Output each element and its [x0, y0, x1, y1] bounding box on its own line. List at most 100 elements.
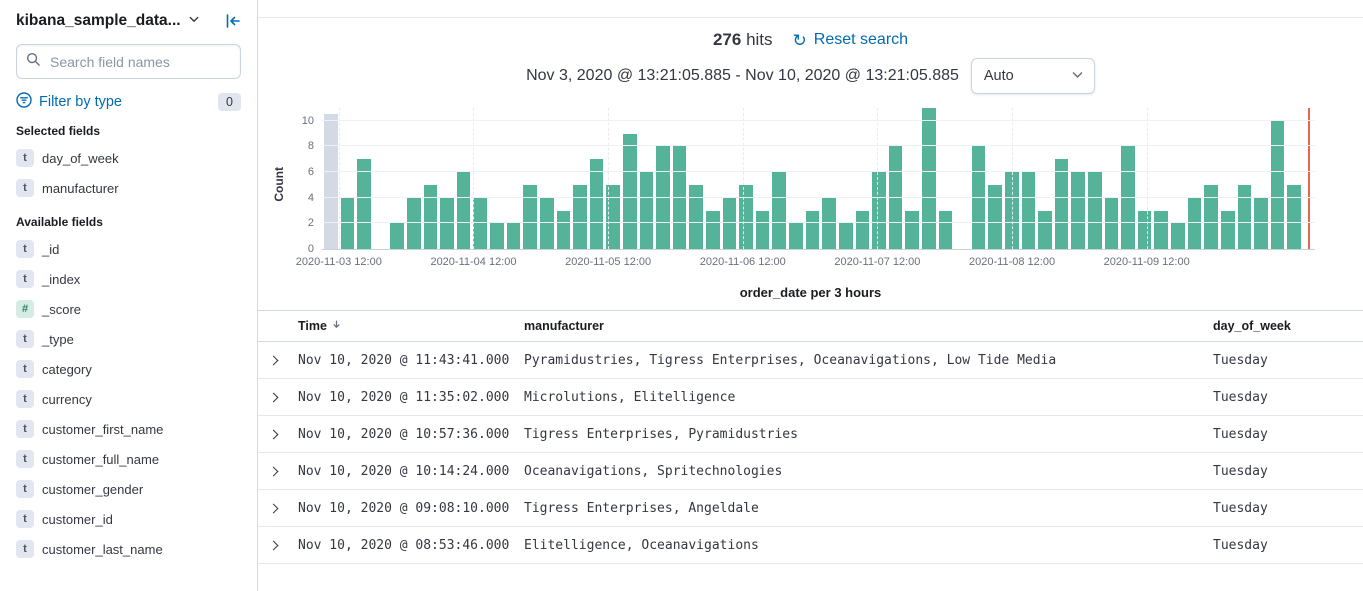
- interval-select[interactable]: Auto: [971, 58, 1095, 94]
- expand-row-button[interactable]: [266, 503, 281, 514]
- histogram-bar[interactable]: [1138, 211, 1152, 249]
- expand-row-button[interactable]: [266, 540, 281, 551]
- filter-icon: [16, 92, 32, 112]
- histogram-bar[interactable]: [856, 211, 870, 249]
- histogram-bar[interactable]: [457, 172, 471, 249]
- field-name: category: [42, 362, 92, 377]
- field-item-customer_first_name[interactable]: tcustomer_first_name: [16, 414, 241, 444]
- expand-row-button[interactable]: [266, 355, 281, 366]
- string-field-icon: t: [16, 480, 34, 498]
- histogram-bar[interactable]: [689, 185, 703, 249]
- x-tick-label: 2020-11-08 12:00: [969, 256, 1055, 268]
- bars: [322, 108, 1315, 249]
- histogram-bar[interactable]: [623, 134, 637, 249]
- histogram-bar[interactable]: [1088, 172, 1102, 249]
- histogram-bar[interactable]: [772, 172, 786, 249]
- histogram-bar[interactable]: [557, 211, 571, 249]
- histogram-bar[interactable]: [739, 185, 753, 249]
- histogram-bar[interactable]: [1154, 211, 1168, 249]
- field-item-category[interactable]: tcategory: [16, 354, 241, 384]
- collapse-sidebar-button[interactable]: [225, 13, 241, 29]
- histogram-bar[interactable]: [390, 223, 404, 249]
- histogram-bar[interactable]: [706, 211, 720, 249]
- histogram-bar[interactable]: [756, 211, 770, 249]
- histogram-bar[interactable]: [1238, 185, 1252, 249]
- histogram-bar[interactable]: [789, 223, 803, 249]
- expand-row-icon: [269, 541, 279, 551]
- field-item-day_of_week[interactable]: tday_of_week: [16, 143, 241, 173]
- filter-by-type-button[interactable]: Filter by type: [16, 92, 122, 112]
- interval-select-value: Auto: [984, 68, 1014, 84]
- histogram-bar[interactable]: [673, 146, 687, 249]
- selected-fields-list: tday_of_weektmanufacturer: [16, 143, 241, 203]
- x-tick-label: 2020-11-09 12:00: [1104, 256, 1190, 268]
- field-name: day_of_week: [42, 151, 119, 166]
- expand-row-icon: [269, 467, 279, 477]
- histogram-bar[interactable]: [988, 185, 1002, 249]
- x-tick-label: 2020-11-07 12:00: [834, 256, 920, 268]
- histogram-bar[interactable]: [1171, 223, 1185, 249]
- histogram-bar[interactable]: [1121, 146, 1135, 249]
- field-item-customer_last_name[interactable]: t customer_last_name: [16, 534, 241, 564]
- histogram-bar[interactable]: [424, 185, 438, 249]
- manufacturer-column-header[interactable]: manufacturer: [516, 311, 1205, 342]
- histogram-bar[interactable]: [640, 172, 654, 249]
- histogram-bar[interactable]: [573, 185, 587, 249]
- histogram-bar[interactable]: [889, 146, 903, 249]
- x-tick-label: 2020-11-04 12:00: [430, 256, 516, 268]
- histogram-bar[interactable]: [1071, 172, 1085, 249]
- histogram-bar[interactable]: [1221, 211, 1235, 249]
- histogram-bar[interactable]: [490, 223, 504, 249]
- search-field-names-input[interactable]: [48, 53, 231, 71]
- time-column-header[interactable]: Time: [290, 311, 516, 342]
- filter-by-type-row: Filter by type 0: [16, 92, 241, 112]
- histogram-bar[interactable]: [523, 185, 537, 249]
- field-item-currency[interactable]: tcurrency: [16, 384, 241, 414]
- index-pattern-selector[interactable]: kibana_sample_data...: [16, 12, 200, 30]
- histogram-bar[interactable]: [590, 159, 604, 249]
- field-item-customer_gender[interactable]: tcustomer_gender: [16, 474, 241, 504]
- expand-row-button[interactable]: [266, 466, 281, 477]
- histogram-bar[interactable]: [507, 223, 521, 249]
- histogram-bar[interactable]: [357, 159, 371, 249]
- time-cell: Nov 10, 2020 @ 10:14:24.000: [290, 453, 516, 490]
- field-name: _score: [42, 302, 81, 317]
- day-of-week-column-header[interactable]: day_of_week: [1205, 311, 1363, 342]
- field-item-_type[interactable]: t_type: [16, 324, 241, 354]
- histogram-bar[interactable]: [1271, 121, 1285, 249]
- field-item-_score[interactable]: #_score: [16, 294, 241, 324]
- time-cell: Nov 10, 2020 @ 11:35:02.000: [290, 379, 516, 416]
- field-item-_id[interactable]: t_id: [16, 234, 241, 264]
- histogram-bar[interactable]: [1287, 185, 1301, 249]
- expand-row-button[interactable]: [266, 392, 281, 403]
- index-pattern-title: kibana_sample_data...: [16, 12, 181, 30]
- field-item-customer_id[interactable]: tcustomer_id: [16, 504, 241, 534]
- x-tick-label: 2020-11-03 12:00: [296, 256, 382, 268]
- histogram-bar[interactable]: [872, 172, 886, 249]
- expand-column-header: [258, 311, 290, 342]
- field-item-customer_full_name[interactable]: tcustomer_full_name: [16, 444, 241, 474]
- histogram-bar[interactable]: [922, 108, 936, 249]
- histogram-bar[interactable]: [1204, 185, 1218, 249]
- collapse-sidebar-icon: [225, 17, 241, 32]
- histogram-bar[interactable]: [905, 211, 919, 249]
- histogram-bar[interactable]: [839, 223, 853, 249]
- reset-search-button[interactable]: ↻ Reset search: [793, 31, 909, 49]
- expand-row-button[interactable]: [266, 429, 281, 440]
- field-item-_index[interactable]: t_index: [16, 264, 241, 294]
- histogram-bar[interactable]: [806, 211, 820, 249]
- histogram-bar[interactable]: [1055, 159, 1069, 249]
- day-of-week-cell: Tuesday: [1205, 379, 1363, 416]
- histogram-bar[interactable]: [972, 146, 986, 249]
- histogram-bar[interactable]: [656, 146, 670, 249]
- string-field-icon: t: [16, 540, 34, 558]
- time-column-label: Time: [298, 319, 327, 333]
- field-item-manufacturer[interactable]: tmanufacturer: [16, 173, 241, 203]
- histogram-bar[interactable]: [1038, 211, 1052, 249]
- plot-column: 0246810 2020-11-03 12:002020-11-04 12:00…: [322, 108, 1315, 271]
- histogram-bar[interactable]: [939, 211, 953, 249]
- field-name: customer_last_name: [42, 542, 163, 557]
- manufacturer-cell: Pyramidustries, Tigress Enterprises, Oce…: [516, 342, 1205, 379]
- histogram-bar[interactable]: [324, 114, 338, 249]
- histogram-bar[interactable]: [1022, 172, 1036, 249]
